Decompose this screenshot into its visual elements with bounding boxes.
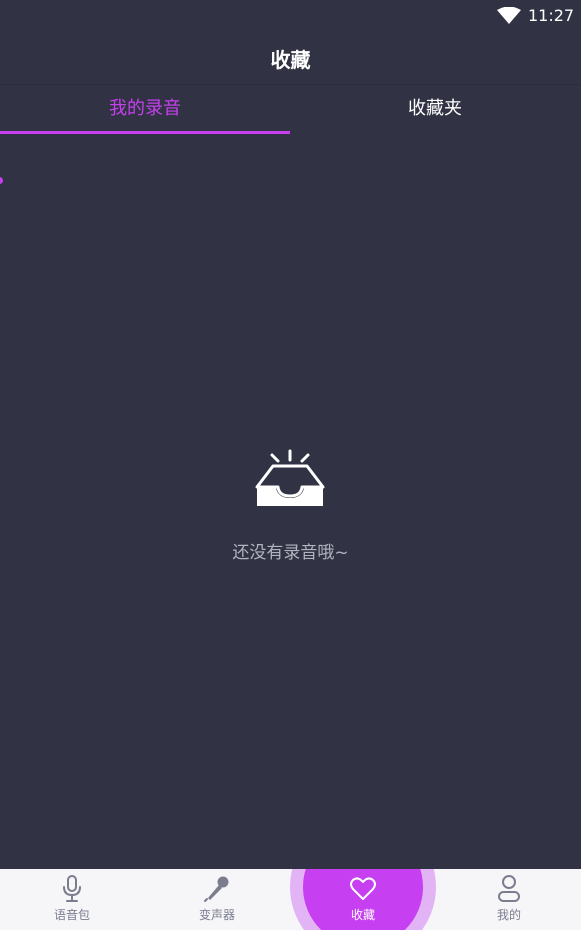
edge-indicator-dot xyxy=(0,177,3,184)
nav-label: 收藏 xyxy=(350,908,375,922)
nav-voice-packs[interactable]: 语音包 xyxy=(12,869,132,930)
tab-bar: 我的录音 收藏夹 xyxy=(0,86,581,134)
tab-label: 我的录音 xyxy=(109,98,181,119)
status-time: 11:27 xyxy=(528,6,575,25)
nav-voice-changer[interactable]: 变声器 xyxy=(157,869,277,930)
bottom-nav: 语音包 变声器 收藏 我的 xyxy=(0,869,581,930)
title-bar: 收藏 xyxy=(0,32,581,85)
nav-label: 变声器 xyxy=(198,908,235,922)
tab-favorites-folder[interactable]: 收藏夹 xyxy=(290,86,580,134)
status-bar: 11:27 xyxy=(0,0,581,32)
microphone-icon xyxy=(63,875,81,902)
nav-favorites[interactable]: 收藏 xyxy=(303,869,423,930)
empty-inbox-icon xyxy=(255,449,325,506)
nav-profile[interactable]: 我的 xyxy=(449,869,569,930)
page-title: 收藏 xyxy=(270,48,311,72)
nav-label: 语音包 xyxy=(53,908,90,922)
tab-label: 收藏夹 xyxy=(408,98,462,119)
empty-message: 还没有录音哦~ xyxy=(232,543,349,563)
user-icon xyxy=(498,875,520,902)
karaoke-mic-icon xyxy=(204,876,229,902)
tab-my-recordings[interactable]: 我的录音 xyxy=(0,86,290,134)
nav-label: 我的 xyxy=(496,908,521,922)
heart-icon xyxy=(350,877,376,900)
tab-indicator xyxy=(0,131,290,134)
wifi-icon xyxy=(497,7,521,24)
